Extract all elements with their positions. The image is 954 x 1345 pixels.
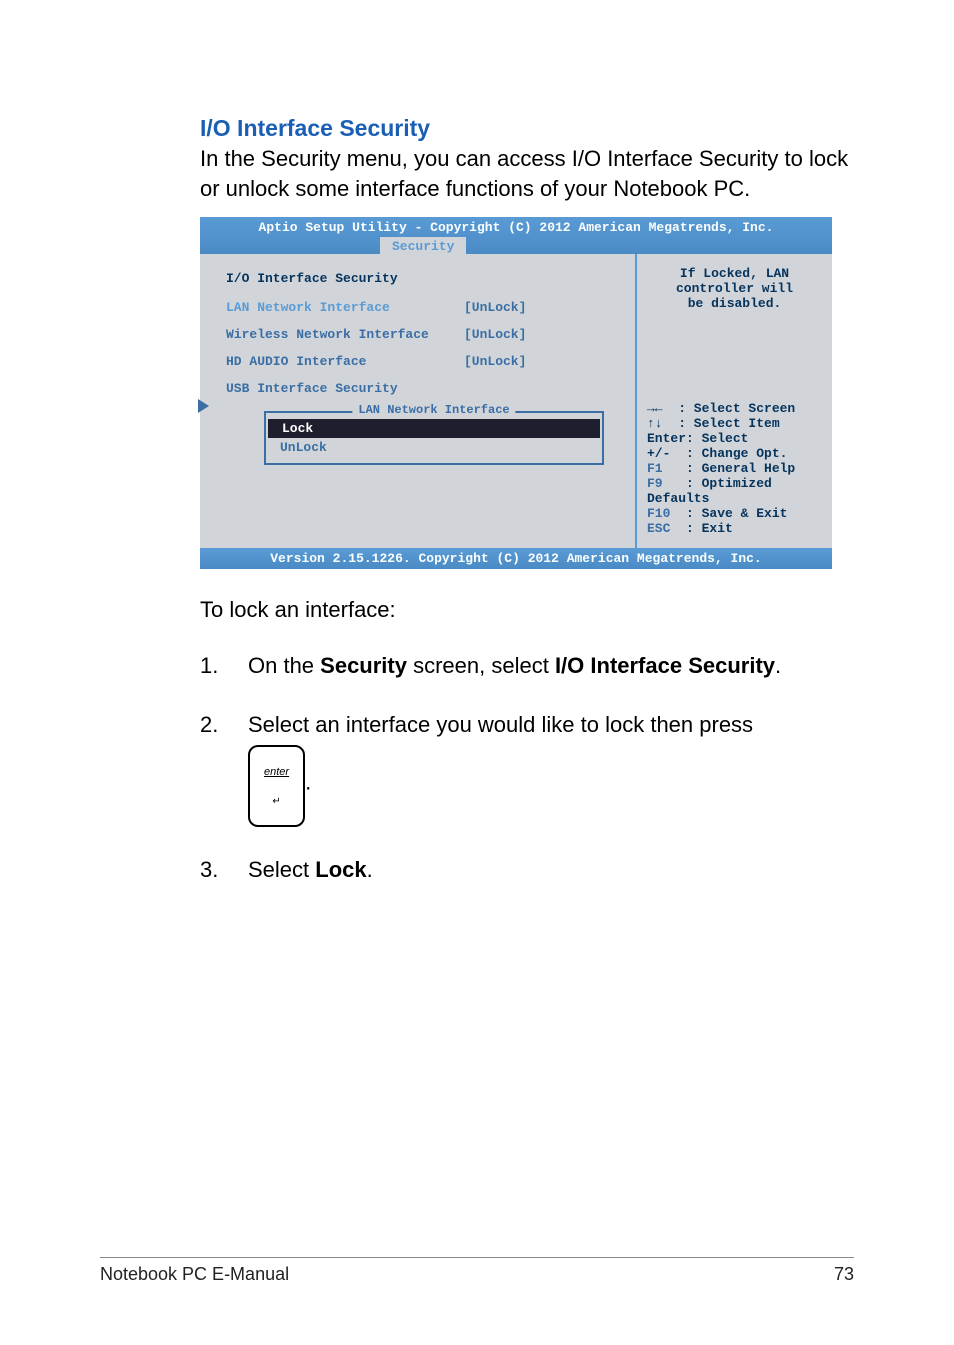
triangle-icon xyxy=(198,399,209,413)
enter-key-icon: enter ↵ xyxy=(248,745,305,827)
bios-row-value: [UnLock] xyxy=(464,327,526,342)
intro-paragraph: In the Security menu, you can access I/O… xyxy=(200,144,854,203)
page-number: 73 xyxy=(834,1264,854,1285)
help-line: be disabled. xyxy=(647,296,822,311)
step-bold: I/O Interface Security xyxy=(555,653,775,678)
bios-popup-title: LAN Network Interface xyxy=(352,403,515,417)
step-text: On the xyxy=(248,653,320,678)
step-number: 1. xyxy=(200,651,248,682)
bios-screenshot: Aptio Setup Utility - Copyright (C) 2012… xyxy=(200,217,832,569)
step-text: Select an interface you would like to lo… xyxy=(248,712,753,737)
steps-intro: To lock an interface: xyxy=(200,597,854,623)
bios-footer: Version 2.15.1226. Copyright (C) 2012 Am… xyxy=(200,548,832,569)
help-key: ↑↓ : Select Item xyxy=(647,416,822,431)
help-line: controller will xyxy=(647,281,822,296)
bios-row-label: Wireless Network Interface xyxy=(204,327,464,342)
bios-row-lan: LAN Network Interface [UnLock] xyxy=(204,297,621,318)
step-text: . xyxy=(305,770,311,795)
bios-tab-security: Security xyxy=(380,237,466,254)
step-2: 2. Select an interface you would like to… xyxy=(200,710,854,826)
footer-title: Notebook PC E-Manual xyxy=(100,1264,289,1285)
bios-row-label: HD AUDIO Interface xyxy=(204,354,464,369)
bios-panel-title: I/O Interface Security xyxy=(204,268,621,289)
bios-row-label: USB Interface Security xyxy=(204,381,464,396)
help-line: If Locked, LAN xyxy=(647,266,822,281)
bios-popup-option-lock: Lock xyxy=(268,419,600,438)
bios-row-audio: HD AUDIO Interface [UnLock] xyxy=(204,351,621,372)
help-key: Enter: Select xyxy=(647,431,822,446)
help-key: F1 : General Help xyxy=(647,461,822,476)
step-number: 2. xyxy=(200,710,248,826)
help-key: ESC : Exit xyxy=(647,521,822,536)
help-key: F9 : Optimized xyxy=(647,476,822,491)
step-number: 3. xyxy=(200,855,248,886)
step-text: . xyxy=(367,857,373,882)
bios-row-value: [UnLock] xyxy=(464,300,526,315)
step-text: Select xyxy=(248,857,315,882)
help-key: F10 : Save & Exit xyxy=(647,506,822,521)
bios-row-usb-submenu: USB Interface Security xyxy=(204,378,621,399)
bios-row-value: [UnLock] xyxy=(464,354,526,369)
bios-row-label: LAN Network Interface xyxy=(204,300,464,315)
bios-popup: LAN Network Interface Lock UnLock xyxy=(264,411,604,465)
bios-row-wireless: Wireless Network Interface [UnLock] xyxy=(204,324,621,345)
section-heading: I/O Interface Security xyxy=(200,115,854,142)
step-bold: Security xyxy=(320,653,407,678)
bios-help-panel: If Locked, LAN controller will be disabl… xyxy=(637,254,832,548)
help-key: →← : Select Screen xyxy=(647,401,822,416)
step-1: 1. On the Security screen, select I/O In… xyxy=(200,651,854,682)
bios-header: Aptio Setup Utility - Copyright (C) 2012… xyxy=(200,217,832,254)
bios-header-title: Aptio Setup Utility - Copyright (C) 2012… xyxy=(200,220,832,237)
step-text: screen, select xyxy=(407,653,555,678)
bios-left-panel: I/O Interface Security LAN Network Inter… xyxy=(200,254,637,548)
step-3: 3. Select Lock. xyxy=(200,855,854,886)
return-arrow-icon: ↵ xyxy=(272,796,280,807)
bios-popup-option-unlock: UnLock xyxy=(266,438,602,457)
step-bold: Lock xyxy=(315,857,366,882)
help-key: +/- : Change Opt. xyxy=(647,446,822,461)
page-footer: Notebook PC E-Manual 73 xyxy=(100,1257,854,1285)
keycap-label: enter xyxy=(264,766,289,778)
help-key: Defaults xyxy=(647,491,822,506)
step-text: . xyxy=(775,653,781,678)
